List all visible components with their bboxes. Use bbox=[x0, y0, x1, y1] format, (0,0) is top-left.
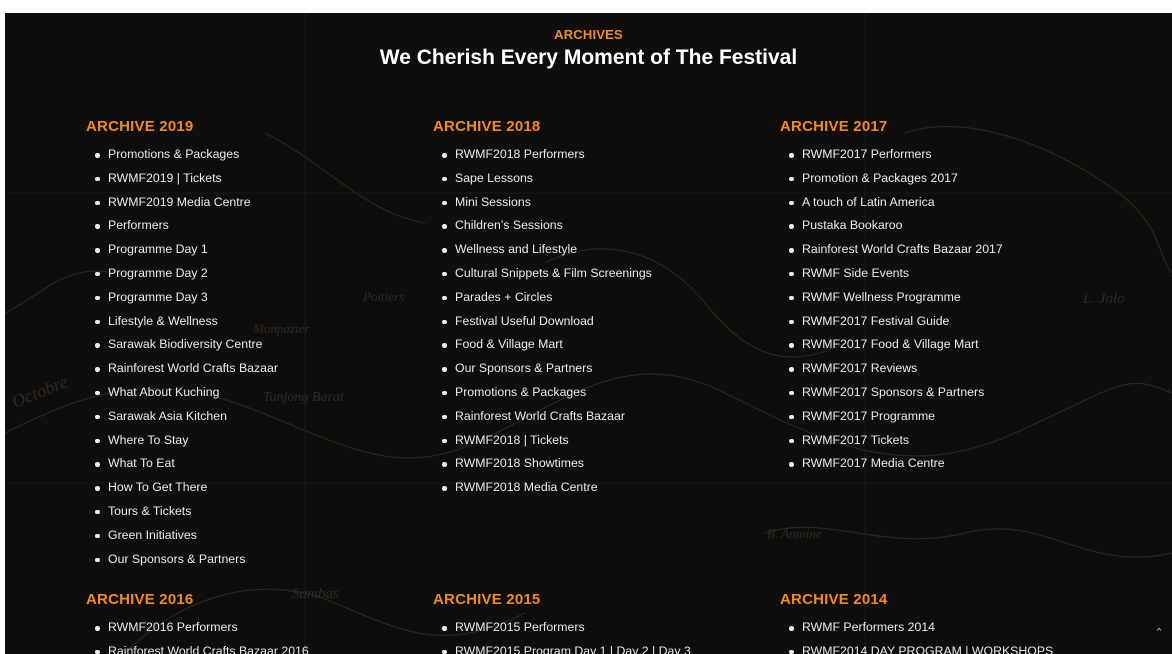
archive-link[interactable]: RWMF2018 Media Centre bbox=[433, 476, 763, 500]
archive-link[interactable]: A touch of Latin America bbox=[780, 191, 1110, 215]
archive-2019-links: Promotions & Packages RWMF2019 | Tickets… bbox=[86, 143, 416, 571]
archive-link[interactable]: RWMF2017 Food & Village Mart bbox=[780, 333, 1110, 357]
archive-link[interactable]: What About Kuching bbox=[86, 381, 416, 405]
archive-2018-links: RWMF2018 Performers Sape Lessons Mini Se… bbox=[433, 143, 763, 500]
archive-link[interactable]: RWMF2014 DAY PROGRAM | WORKSHOPS bbox=[780, 640, 1110, 654]
archive-2015-column: ARCHIVE 2015 RWMF2015 Performers RWMF201… bbox=[433, 590, 763, 654]
archive-link[interactable]: Children’s Sessions bbox=[433, 214, 763, 238]
archive-link[interactable]: RWMF2017 Tickets bbox=[780, 429, 1110, 453]
archive-link[interactable]: Rainforest World Crafts Bazaar 2017 bbox=[780, 238, 1110, 262]
archive-2017-title: ARCHIVE 2017 bbox=[780, 118, 888, 135]
archive-link[interactable]: Promotion & Packages 2017 bbox=[780, 167, 1110, 191]
archive-link[interactable]: RWMF2017 Media Centre bbox=[780, 452, 1110, 476]
archive-2015-title: ARCHIVE 2015 bbox=[433, 591, 541, 608]
archive-2015-links: RWMF2015 Performers RWMF2015 Program Day… bbox=[433, 616, 763, 654]
map-label: B. Antoine bbox=[767, 526, 822, 541]
archive-link[interactable]: How To Get There bbox=[86, 476, 416, 500]
archive-2016-links: RWMF2016 Performers Rainforest World Cra… bbox=[86, 616, 416, 654]
archive-link[interactable]: RWMF2017 Reviews bbox=[780, 357, 1110, 381]
archives-section: Octobre Tanjong Barat Sambas B. Antoine … bbox=[5, 13, 1172, 654]
archive-link[interactable]: Our Sponsors & Partners bbox=[433, 357, 763, 381]
archive-link[interactable]: Promotions & Packages bbox=[433, 381, 763, 405]
archive-2017-links: RWMF2017 Performers Promotion & Packages… bbox=[780, 143, 1110, 476]
archive-link[interactable]: RWMF2015 Performers bbox=[433, 616, 763, 640]
archive-2014-links: RWMF Performers 2014 RWMF2014 DAY PROGRA… bbox=[780, 616, 1110, 654]
archive-link[interactable]: Pustaka Bookaroo bbox=[780, 214, 1110, 238]
archive-link[interactable]: RWMF2016 Performers bbox=[86, 616, 416, 640]
section-title: We Cherish Every Moment of The Festival bbox=[379, 46, 798, 69]
archive-link[interactable]: Rainforest World Crafts Bazaar 2016 bbox=[86, 640, 416, 654]
archive-link[interactable]: Sarawak Asia Kitchen bbox=[86, 405, 416, 429]
archive-link[interactable]: Wellness and Lifestyle bbox=[433, 238, 763, 262]
archive-link[interactable]: Cultural Snippets & Film Screenings bbox=[433, 262, 763, 286]
archive-link[interactable]: RWMF2017 Festival Guide bbox=[780, 310, 1110, 334]
archive-link[interactable]: Rainforest World Crafts Bazaar bbox=[86, 357, 416, 381]
chevron-up-icon[interactable]: ⌃ bbox=[1152, 626, 1166, 640]
archive-link[interactable]: Programme Day 2 bbox=[86, 262, 416, 286]
archive-link[interactable]: Our Sponsors & Partners bbox=[86, 548, 416, 572]
archive-link[interactable]: Sape Lessons bbox=[433, 167, 763, 191]
archives-header: ARCHIVES We Cherish Every Moment of The … bbox=[5, 27, 1172, 72]
archive-2017-column: ARCHIVE 2017 RWMF2017 Performers Promoti… bbox=[780, 117, 1110, 476]
archive-2016-column: ARCHIVE 2016 RWMF2016 Performers Rainfor… bbox=[86, 590, 416, 654]
archive-2019-column: ARCHIVE 2019 Promotions & Packages RWMF2… bbox=[86, 117, 416, 571]
archive-link[interactable]: RWMF2015 Program Day 1 | Day 2 | Day 3 bbox=[433, 640, 763, 654]
archive-link[interactable]: Programme Day 1 bbox=[86, 238, 416, 262]
archive-link[interactable]: Parades + Circles bbox=[433, 286, 763, 310]
archive-2019-title: ARCHIVE 2019 bbox=[86, 118, 194, 135]
archive-link[interactable]: What To Eat bbox=[86, 452, 416, 476]
map-label: Octobre bbox=[9, 371, 71, 411]
archive-link[interactable]: Lifestyle & Wellness bbox=[86, 310, 416, 334]
archive-2014-column: ARCHIVE 2014 RWMF Performers 2014 RWMF20… bbox=[780, 590, 1110, 654]
archive-2014-title: ARCHIVE 2014 bbox=[780, 591, 888, 608]
archive-link[interactable]: Programme Day 3 bbox=[86, 286, 416, 310]
archive-link[interactable]: Sarawak Biodiversity Centre bbox=[86, 333, 416, 357]
archive-link[interactable]: RWMF2018 Showtimes bbox=[433, 452, 763, 476]
archive-link[interactable]: RWMF2017 Sponsors & Partners bbox=[780, 381, 1110, 405]
archive-link[interactable]: RWMF2019 | Tickets bbox=[86, 167, 416, 191]
archive-2018-title: ARCHIVE 2018 bbox=[433, 118, 541, 135]
archive-link[interactable]: RWMF Side Events bbox=[780, 262, 1110, 286]
archive-2016-title: ARCHIVE 2016 bbox=[86, 591, 194, 608]
archive-link[interactable]: Rainforest World Crafts Bazaar bbox=[433, 405, 763, 429]
archive-link[interactable]: RWMF2019 Media Centre bbox=[86, 191, 416, 215]
archive-link[interactable]: RWMF Wellness Programme bbox=[780, 286, 1110, 310]
archive-link[interactable]: RWMF2017 Performers bbox=[780, 143, 1110, 167]
archive-link[interactable]: Where To Stay bbox=[86, 429, 416, 453]
archive-link[interactable]: Green Initiatives bbox=[86, 524, 416, 548]
archive-2018-column: ARCHIVE 2018 RWMF2018 Performers Sape Le… bbox=[433, 117, 763, 500]
section-kicker: ARCHIVES bbox=[554, 27, 623, 42]
archive-link[interactable]: Mini Sessions bbox=[433, 191, 763, 215]
archive-link[interactable]: Food & Village Mart bbox=[433, 333, 763, 357]
archive-link[interactable]: RWMF2018 | Tickets bbox=[433, 429, 763, 453]
archive-link[interactable]: RWMF Performers 2014 bbox=[780, 616, 1110, 640]
archive-link[interactable]: Performers bbox=[86, 214, 416, 238]
archive-link[interactable]: Tours & Tickets bbox=[86, 500, 416, 524]
archive-link[interactable]: RWMF2017 Programme bbox=[780, 405, 1110, 429]
archive-link[interactable]: RWMF2018 Performers bbox=[433, 143, 763, 167]
archive-link[interactable]: Festival Useful Download bbox=[433, 310, 763, 334]
archive-link[interactable]: Promotions & Packages bbox=[86, 143, 416, 167]
